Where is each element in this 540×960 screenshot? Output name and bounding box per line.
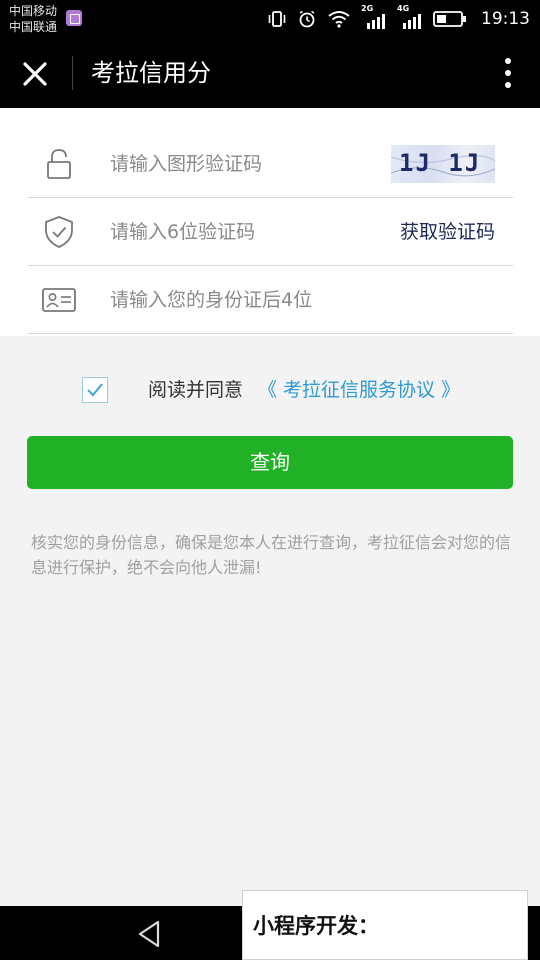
gallery-notification-icon [66,10,82,26]
clock: 19:13 [481,9,530,29]
back-button[interactable] [134,918,166,950]
vibrate-icon [268,11,286,27]
shield-check-icon [45,216,73,248]
signal-4g: 4G [397,4,423,30]
id-card-row [28,266,513,334]
screen: 中国移动 中国联通 2G 4G 19:13 考拉信用分 请输入图形验证码 1J … [0,0,540,960]
captcha-row: 1J 1J [28,130,513,198]
carrier-1: 中国移动 [9,4,58,18]
agreement-checkbox[interactable] [82,377,108,403]
signal-icon [367,14,385,29]
sms-code-input[interactable] [110,215,380,249]
id-card-icon [42,288,76,312]
close-button[interactable] [16,55,54,93]
back-triangle-icon [138,920,160,948]
captcha-text: 1J 1J [399,149,482,177]
carrier-2: 中国联通 [9,20,58,34]
signal-icon [403,14,421,29]
network-label-1: 2G [361,4,374,13]
captcha-input[interactable] [110,147,380,181]
captcha-image[interactable]: 1J 1J [391,145,495,183]
lock-icon [47,149,71,179]
carrier-info: 中国移动 中国联通 [9,3,57,35]
sms-code-row: 获取验证码 [28,198,513,266]
battery-icon [433,11,466,27]
privacy-notice: 核实您的身份信息，确保是您本人在进行查询，考拉征信会对您的信息进行保护，绝不会向… [31,533,512,577]
title-divider [72,56,73,90]
wifi-icon [328,11,350,28]
promo-overlay: 小程序开发：13691612727 [242,890,528,960]
agreement-row: 阅读并同意 《 考拉征信服务协议 》 [0,372,540,408]
get-code-button[interactable]: 获取验证码 [400,218,495,246]
more-vertical-icon [505,58,511,88]
alarm-icon [299,10,315,28]
agreement-link[interactable]: 《 考拉征信服务协议 》 [258,377,460,403]
more-menu-button[interactable] [496,54,520,92]
verification-form: 1J 1J 获取验证码 [0,108,540,336]
page-title: 考拉信用分 [91,59,211,87]
query-button[interactable]: 查询 [27,436,513,489]
title-bar: 考拉信用分 [0,38,540,108]
network-label-2: 4G [397,4,410,13]
checkmark-icon [87,383,103,397]
signal-2g: 2G [361,4,387,30]
agreement-text: 阅读并同意 [148,379,244,401]
status-bar: 中国移动 中国联通 2G 4G 19:13 [0,0,540,38]
status-icons: 2G 4G 19:13 [267,4,530,32]
close-icon [23,62,47,86]
id-card-input[interactable] [110,283,380,317]
